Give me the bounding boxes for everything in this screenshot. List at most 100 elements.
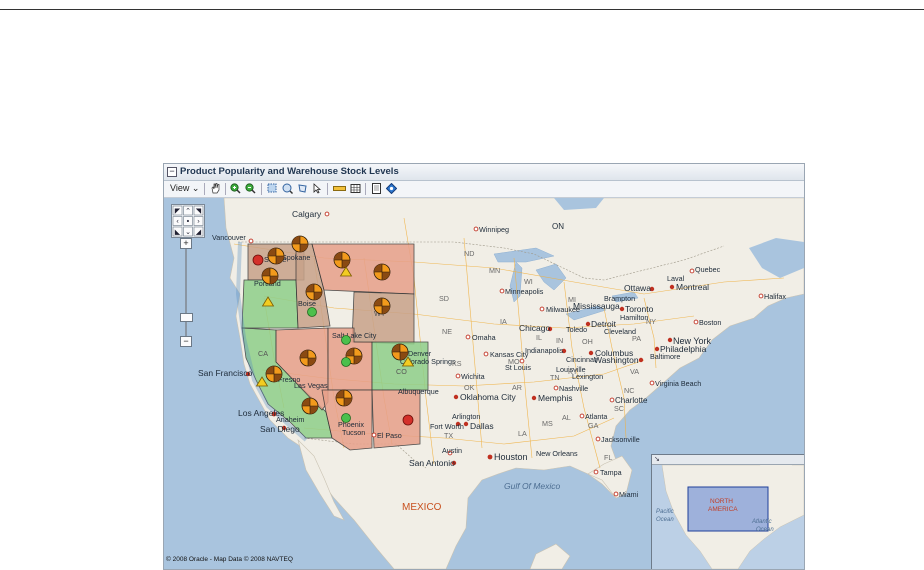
- state-label: OH: [582, 337, 593, 346]
- zoom-out-button[interactable]: −: [180, 336, 192, 347]
- product-popularity-pie[interactable]: [301, 397, 319, 415]
- city-label: Miami: [619, 490, 639, 499]
- map-canvas[interactable]: Calgary Winnipeg Vancouver Seattle ON Qu…: [164, 198, 804, 569]
- product-popularity-pie[interactable]: [373, 263, 391, 281]
- state-label: IN: [556, 336, 563, 345]
- overview-ocean-label: Atlantic: [751, 519, 772, 525]
- state-label: IA: [500, 317, 507, 326]
- state-label: GA: [588, 421, 599, 430]
- product-popularity-pie[interactable]: [299, 349, 317, 367]
- zoom-out-icon[interactable]: [245, 183, 256, 194]
- city-kansas-city: Kansas City: [483, 350, 529, 359]
- zoom-in-icon[interactable]: [230, 183, 241, 194]
- city-label: Wichita: [461, 372, 485, 381]
- svg-text:•: •: [186, 218, 190, 226]
- stock-ok-icon[interactable]: [341, 335, 351, 345]
- distance-ruler-icon[interactable]: [333, 183, 346, 194]
- overview-continent-label: NORTH: [710, 498, 733, 505]
- product-popularity-pie[interactable]: [373, 297, 391, 315]
- city-label: Nashville: [559, 384, 588, 393]
- panel-header: − Product Popularity and Warehouse Stock…: [164, 164, 804, 181]
- state-label: TX: [444, 431, 453, 440]
- state-label: PA: [632, 334, 641, 343]
- overview-map[interactable]: NORTH AMERICA Pacific Ocean Atlantic Oce…: [651, 454, 804, 569]
- pan-hand-icon[interactable]: [210, 183, 221, 194]
- city-fort-worth: Fort Worth: [430, 421, 464, 431]
- city-atlanta: Atlanta: [579, 412, 607, 421]
- stock-ok-icon[interactable]: [341, 357, 351, 367]
- city-vancouver: Vancouver: [212, 233, 254, 244]
- stock-ok-icon[interactable]: [307, 307, 317, 317]
- city-label: Omaha: [472, 333, 496, 342]
- zoom-to-fit-icon[interactable]: [282, 183, 293, 194]
- svg-text:⌄: ⌄: [185, 228, 191, 236]
- stock-ok-icon[interactable]: [341, 413, 351, 423]
- state-label: NE: [442, 327, 452, 336]
- zoom-marquee-icon[interactable]: [267, 183, 278, 194]
- province-label: ON: [552, 222, 564, 231]
- city-san-francisco: San Francisco: [198, 368, 253, 378]
- city-omaha: Omaha: [465, 333, 496, 342]
- city-jacksonville: Jacksonville: [595, 435, 640, 444]
- city-label: Oklahoma City: [460, 392, 516, 402]
- overview-continent-label: AMERICA: [708, 506, 738, 513]
- product-popularity-pie[interactable]: [333, 251, 351, 269]
- legend-grid-icon[interactable]: [350, 183, 361, 194]
- city-dallas: Dallas: [463, 421, 494, 431]
- state-label: MN: [489, 266, 500, 275]
- city-label: Fort Worth: [430, 422, 464, 431]
- state-label: MI: [568, 295, 576, 304]
- state-label: VA: [630, 367, 639, 376]
- city-label: New Orleans: [536, 449, 578, 458]
- stock-warning-icon[interactable]: [261, 296, 275, 307]
- product-popularity-pie[interactable]: [391, 343, 409, 361]
- zoom-slider-handle[interactable]: [180, 313, 193, 322]
- zoom-in-button[interactable]: +: [180, 238, 192, 249]
- product-popularity-pie[interactable]: [335, 389, 353, 407]
- city-label: Baltimore: [650, 352, 680, 361]
- product-popularity-pie[interactable]: [291, 235, 309, 253]
- svg-text:‹: ‹: [176, 218, 179, 226]
- city-label: Spokane: [282, 253, 310, 262]
- city-label: El Paso: [377, 431, 402, 440]
- city-label: Indianapolis: [525, 346, 564, 355]
- product-popularity-pie[interactable]: [305, 283, 323, 301]
- area-select-icon[interactable]: [297, 183, 308, 194]
- city-indianapolis: Indianapolis: [525, 346, 567, 355]
- city-memphis: Memphis: [531, 393, 572, 403]
- overview-toggle-icon[interactable]: [386, 183, 397, 194]
- collapse-button[interactable]: −: [167, 167, 177, 177]
- city-ottawa: Ottawa: [624, 283, 655, 293]
- toolbar-separator: [204, 183, 205, 195]
- product-popularity-pie[interactable]: [261, 267, 279, 285]
- overview-collapse-icon[interactable]: ↘: [654, 455, 660, 463]
- svg-text:◤: ◤: [175, 207, 181, 215]
- state-label: MO: [508, 357, 520, 366]
- info-list-icon[interactable]: [371, 183, 382, 194]
- view-menu[interactable]: View ⌄: [170, 183, 199, 194]
- svg-text:⌃: ⌃: [185, 207, 191, 215]
- city-label: Ottawa: [624, 283, 651, 293]
- panel-title: Product Popularity and Warehouse Stock L…: [180, 166, 399, 177]
- city-el-paso: El Paso: [371, 431, 402, 440]
- zoom-slider-track[interactable]: [185, 244, 187, 344]
- city-label: Jacksonville: [601, 435, 640, 444]
- overview-ocean-label: Ocean: [756, 527, 774, 533]
- svg-text:◣: ◣: [175, 228, 181, 236]
- stock-alert-icon[interactable]: [252, 254, 264, 266]
- pointer-select-icon[interactable]: [312, 183, 323, 194]
- stock-alert-icon[interactable]: [402, 414, 414, 426]
- city-virginia-beach: Virginia Beach: [649, 379, 701, 388]
- city-label: Houston: [494, 452, 528, 462]
- city-oklahoma-city: Oklahoma City: [453, 392, 516, 402]
- city-label: Brampton: [604, 294, 635, 303]
- copyright-notice: © 2008 Oracle - Map Data © 2008 NAVTEQ: [166, 556, 293, 563]
- toolbar-separator: [365, 183, 366, 195]
- city-boston: Boston: [693, 318, 721, 327]
- product-popularity-pie[interactable]: [265, 365, 283, 383]
- city-label: Tampa: [600, 468, 622, 477]
- pan-arrows-icon[interactable]: ◤ ⌃ ◥ ‹ • › ◣ ⌄ ◢: [172, 205, 204, 237]
- state-label: ND: [464, 249, 474, 258]
- stock-warning-icon[interactable]: [255, 376, 269, 387]
- product-popularity-pie[interactable]: [267, 247, 285, 265]
